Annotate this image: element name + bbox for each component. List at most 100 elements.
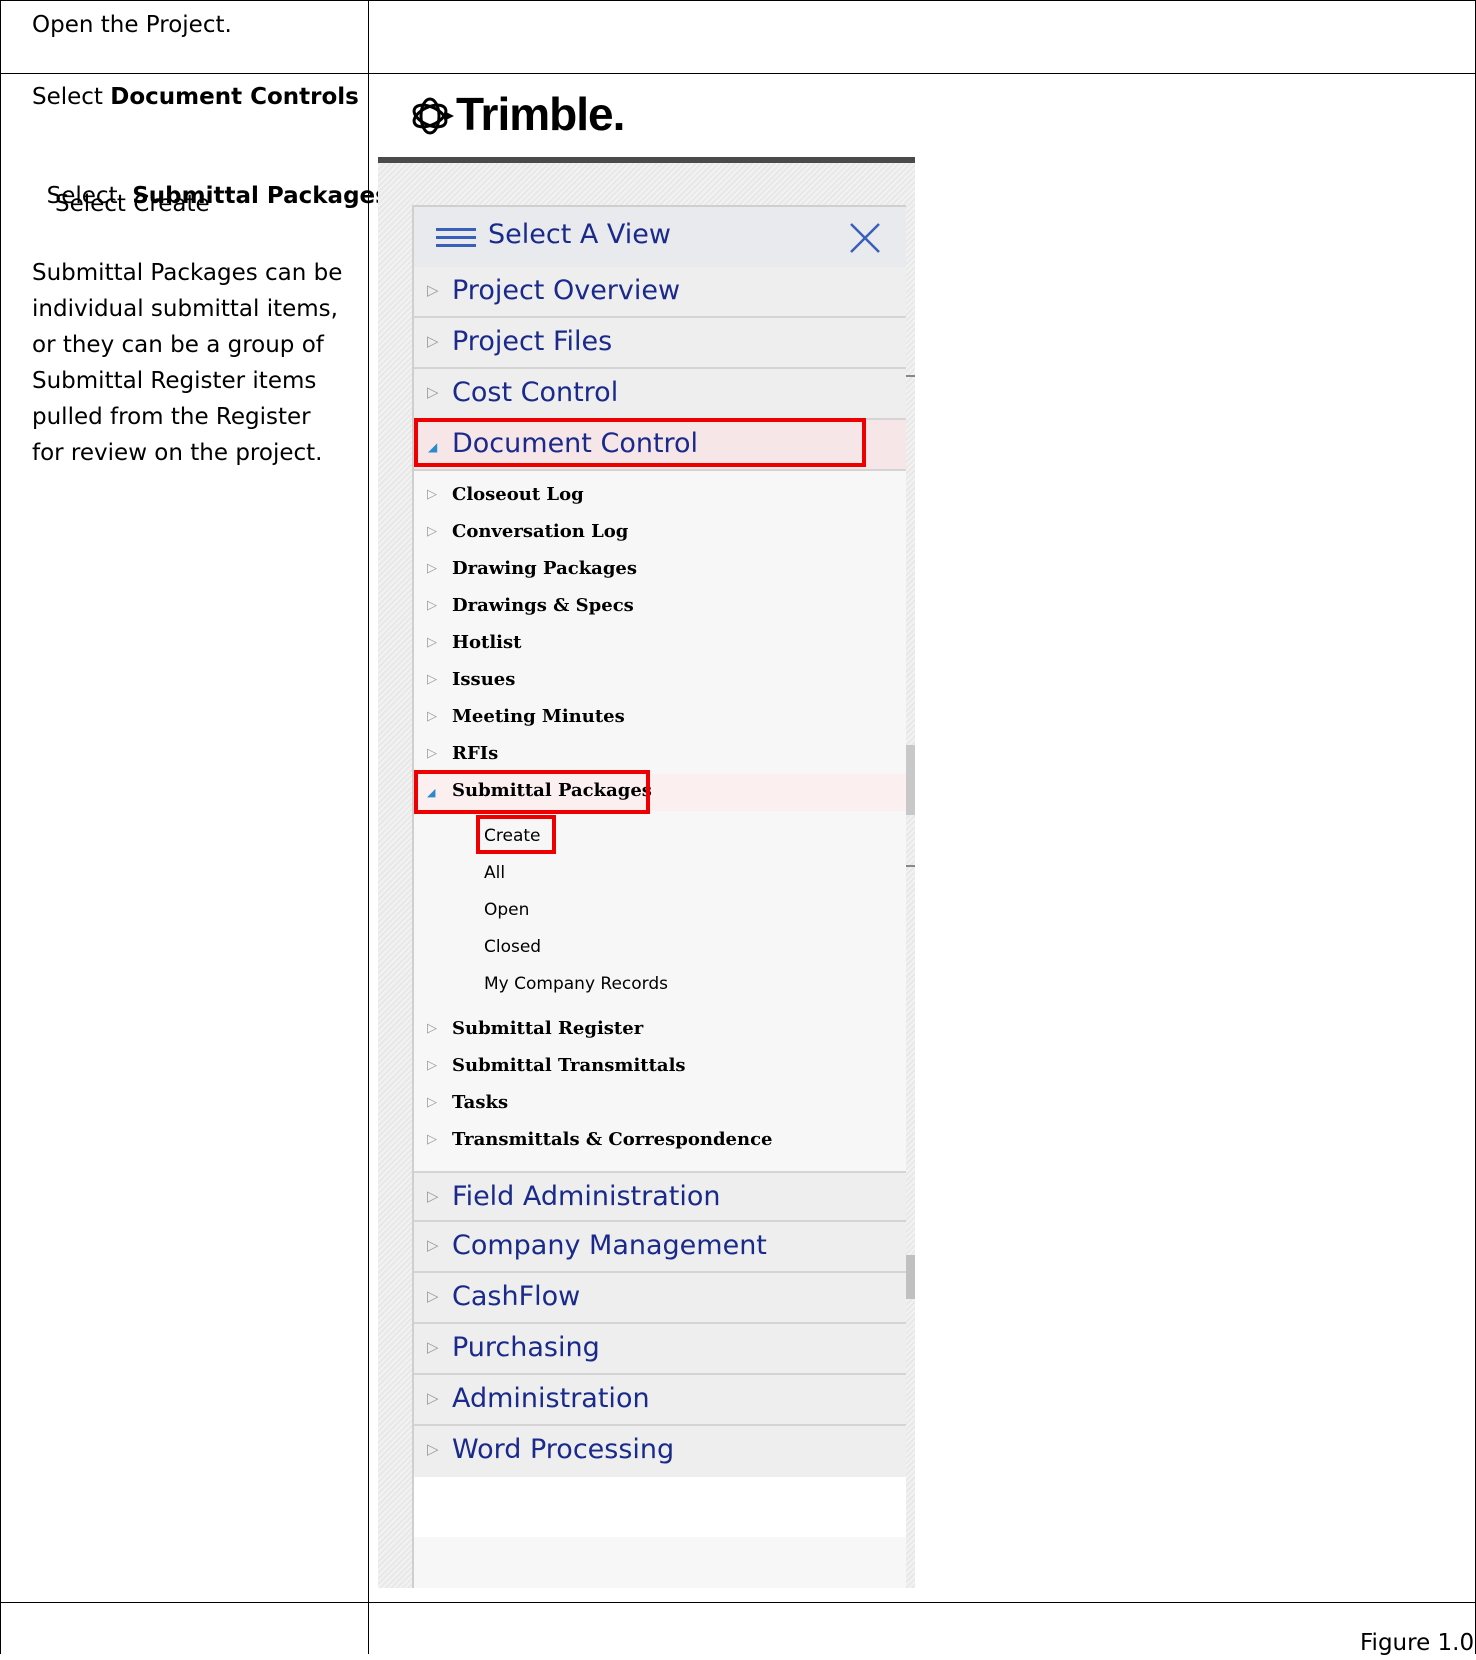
collapsed-arrow-icon: ▷	[427, 486, 437, 501]
menu-item-label: Transmittals & Correspondence	[452, 1129, 773, 1150]
menu-section-project-files[interactable]: ▷ Project Files	[414, 318, 906, 369]
step-prefix: Select	[32, 84, 111, 110]
collapsed-arrow-icon: ▷	[427, 1057, 437, 1072]
collapsed-arrow-icon: ▷	[427, 1237, 439, 1254]
menu-section-cost-control[interactable]: ▷ Cost Control	[414, 369, 906, 420]
menu-item-label: Issues	[452, 669, 516, 690]
hamburger-icon[interactable]	[436, 228, 476, 250]
collapsed-arrow-icon: ▷	[427, 282, 439, 299]
menu-leaf-all[interactable]: All	[484, 855, 505, 892]
menu-item-label: Submittal Transmittals	[452, 1055, 686, 1076]
menu-section-label: Word Processing	[452, 1434, 675, 1465]
description-line: for review on the project.	[32, 440, 323, 466]
select-view-menu: Select A View ▷ Project Overview ▷ Proje…	[412, 205, 906, 1588]
menu-section-label: Project Overview	[452, 275, 681, 306]
menu-item-drawing-packages[interactable]: ▷ Drawing Packages	[414, 552, 906, 589]
close-icon[interactable]	[848, 221, 882, 255]
menu-section-cashflow[interactable]: ▷ CashFlow	[414, 1273, 906, 1324]
trimble-logo: Trimble.	[456, 88, 625, 140]
collapsed-arrow-icon: ▷	[427, 1094, 437, 1109]
collapsed-arrow-icon: ▷	[427, 560, 437, 575]
collapsed-arrow-icon: ▷	[427, 333, 439, 350]
description-line: individual submittal items,	[32, 296, 338, 322]
menu-item-meeting-minutes[interactable]: ▷ Meeting Minutes	[414, 700, 906, 737]
table-column-divider	[368, 0, 369, 1654]
collapsed-arrow-icon: ▷	[427, 671, 437, 686]
collapsed-arrow-icon: ▷	[427, 597, 437, 612]
menu-section-label: Document Control	[452, 428, 699, 459]
collapsed-arrow-icon: ▷	[427, 1390, 439, 1407]
app-screenshot: Trimble. Select A View ▷ Project Overvie…	[378, 75, 915, 1588]
collapsed-arrow-icon: ▷	[427, 384, 439, 401]
collapsed-arrow-icon: ▷	[427, 634, 437, 649]
step-open-project: Open the Project.	[32, 12, 232, 38]
menu-item-label: Drawing Packages	[452, 558, 638, 579]
menu-item-submittal-transmittals[interactable]: ▷ Submittal Transmittals	[414, 1049, 906, 1086]
collapsed-arrow-icon: ▷	[427, 1339, 439, 1356]
menu-item-submittal-register[interactable]: ▷ Submittal Register	[414, 1012, 906, 1049]
menu-section-label: CashFlow	[452, 1281, 581, 1312]
description-line: or they can be a group of	[32, 332, 324, 358]
collapsed-arrow-icon: ▷	[427, 1288, 439, 1305]
collapsed-arrow-icon: ▷	[427, 708, 437, 723]
menu-item-transmittals-correspondence[interactable]: ▷ Transmittals & Correspondence	[414, 1123, 906, 1160]
menu-section-label: Company Management	[452, 1230, 767, 1261]
table-row-divider-2	[0, 1602, 1476, 1603]
collapsed-arrow-icon: ▷	[427, 1020, 437, 1035]
trimble-globe-icon	[412, 97, 454, 135]
menu-section-document-control[interactable]: ◢ Document Control	[414, 420, 906, 471]
menu-section-project-overview[interactable]: ▷ Project Overview	[414, 267, 906, 318]
step-select-document-controls: Select Document Controls	[32, 80, 359, 114]
menu-section-purchasing[interactable]: ▷ Purchasing	[414, 1324, 906, 1375]
menu-section-label: Purchasing	[452, 1332, 600, 1363]
menu-item-drawings-specs[interactable]: ▷ Drawings & Specs	[414, 589, 906, 626]
table-border-top	[0, 0, 1476, 1]
menu-item-conversation-log[interactable]: ▷ Conversation Log	[414, 515, 906, 552]
menu-section-field-administration[interactable]: ▷ Field Administration	[414, 1171, 906, 1222]
menu-item-label: Tasks	[452, 1092, 509, 1113]
table-border-left	[0, 0, 1, 1654]
menu-item-rfis[interactable]: ▷ RFIs	[414, 737, 906, 774]
step-bold: Document Controls	[110, 84, 359, 110]
collapsed-arrow-icon: ▷	[427, 745, 437, 760]
collapsed-arrow-icon: ▷	[427, 523, 437, 538]
menu-item-tasks[interactable]: ▷ Tasks	[414, 1086, 906, 1123]
description-line: pulled from the Register	[32, 404, 311, 430]
menu-item-issues[interactable]: ▷ Issues	[414, 663, 906, 700]
menu-section-administration[interactable]: ▷ Administration	[414, 1375, 906, 1426]
description-line: Submittal Packages can be	[32, 260, 343, 286]
menu-leaf-closed[interactable]: Closed	[484, 929, 541, 966]
collapsed-arrow-icon: ▷	[427, 1188, 439, 1205]
menu-item-label: RFIs	[452, 743, 499, 764]
menu-section-label: Administration	[452, 1383, 650, 1414]
menu-item-submittal-packages[interactable]: ◢ Submittal Packages	[414, 774, 906, 811]
menu-leaf-create[interactable]: Create	[484, 818, 541, 855]
expanded-arrow-icon: ◢	[428, 440, 438, 454]
menu-footer	[414, 1477, 906, 1537]
menu-item-closeout-log[interactable]: ▷ Closeout Log	[414, 478, 906, 515]
menu-item-label: Submittal Register	[452, 1018, 644, 1039]
menu-section-company-management[interactable]: ▷ Company Management	[414, 1222, 906, 1273]
menu-section-label: Field Administration	[452, 1181, 721, 1212]
menu-leaf-my-company-records[interactable]: My Company Records	[484, 966, 668, 1003]
menu-section-label: Project Files	[452, 326, 613, 357]
menu-header: Select A View	[414, 207, 906, 267]
menu-item-label: Drawings & Specs	[452, 595, 634, 616]
collapsed-arrow-icon: ▷	[427, 1441, 439, 1458]
expanded-arrow-icon: ◢	[427, 787, 436, 799]
step-select-create: Select Create	[55, 191, 210, 217]
table-row-divider-1	[0, 73, 1476, 74]
menu-leaf-open[interactable]: Open	[484, 892, 529, 929]
menu-item-hotlist[interactable]: ▷ Hotlist	[414, 626, 906, 663]
menu-item-label: Conversation Log	[452, 521, 629, 542]
menu-title: Select A View	[488, 219, 672, 250]
menu-section-word-processing[interactable]: ▷ Word Processing	[414, 1426, 906, 1477]
menu-section-label: Cost Control	[452, 377, 619, 408]
collapsed-arrow-icon: ▷	[427, 1131, 437, 1146]
menu-item-label: Closeout Log	[452, 484, 584, 505]
description-line: Submittal Register items	[32, 368, 317, 394]
header: Trimble.	[378, 75, 915, 157]
figure-caption: Figure 1.0	[1360, 1630, 1475, 1656]
menu-item-label: Meeting Minutes	[452, 706, 625, 727]
menu-item-label: Submittal Packages	[452, 780, 652, 801]
